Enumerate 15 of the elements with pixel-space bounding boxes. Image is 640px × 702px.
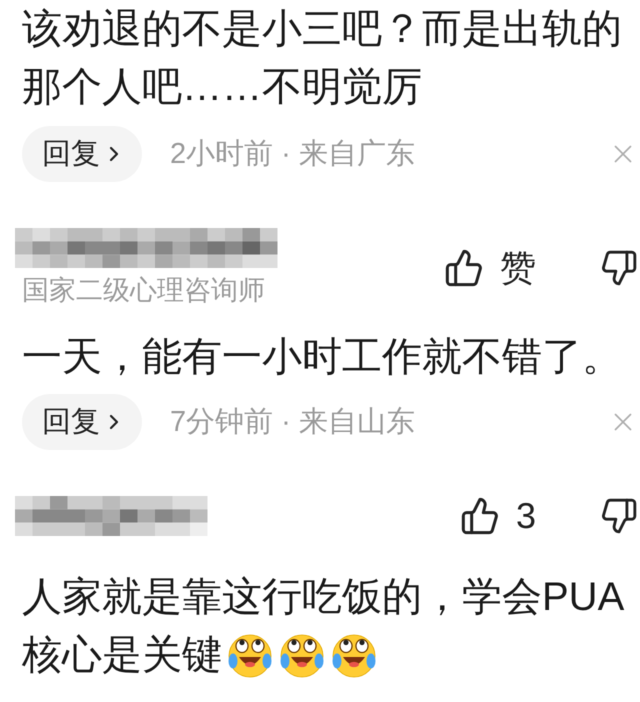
comment-text: 人家就是靠这行吃饭的，学会PUA — [22, 574, 624, 621]
thumbs-up-icon — [444, 248, 484, 288]
thumbs-down-icon[interactable] — [600, 497, 638, 535]
comment-text: 核心是关键 — [22, 632, 222, 679]
thumbs-up-icon — [460, 496, 500, 536]
like-button[interactable]: 3 — [460, 496, 536, 536]
like-button[interactable]: 赞 — [444, 248, 536, 288]
comment-meta: 7分钟前 · 来自山东 — [170, 405, 415, 440]
author-title: 国家二级心理咨询师 — [22, 274, 266, 307]
comment-text: 该劝退的不是小三吧？而是出轨的那个人吧……不明觉厉 — [22, 6, 623, 111]
comment-text: 一天，能有一小时工作就不错了。 — [22, 334, 623, 381]
thumbs-down-icon[interactable] — [600, 249, 638, 287]
reply-button[interactable]: 回复 — [22, 126, 142, 182]
reply-button[interactable]: 回复 — [22, 394, 142, 450]
comment-meta: 2小时前 · 来自广东 — [170, 137, 415, 172]
